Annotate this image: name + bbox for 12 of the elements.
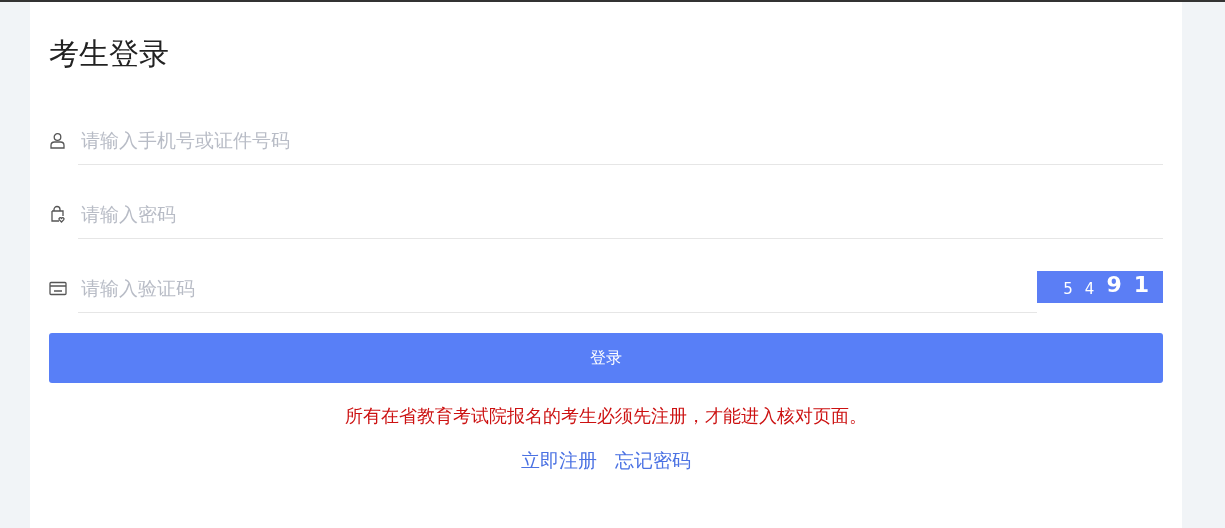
page-title: 考生登录 xyxy=(49,35,170,73)
input-field[interactable]: 请输入手机号或证件号码 xyxy=(78,115,1163,165)
link[interactable]: 忘记密码 xyxy=(615,446,691,475)
user-icon xyxy=(49,131,66,149)
input-field[interactable]: 请输入密码 xyxy=(78,189,1163,239)
notice-text: 所有在省教育考试院报名的考生必须先注册，才能进入核对页面。 xyxy=(344,404,868,428)
login-button[interactable]: 登录 xyxy=(49,333,1163,383)
lock-icon xyxy=(49,205,66,223)
input-field[interactable]: 请输入验证码 xyxy=(78,263,1037,313)
captcha-image[interactable]: 5 4 9 1 xyxy=(1037,271,1163,303)
link[interactable]: 立即注册 xyxy=(521,446,597,475)
card-icon xyxy=(49,280,67,296)
